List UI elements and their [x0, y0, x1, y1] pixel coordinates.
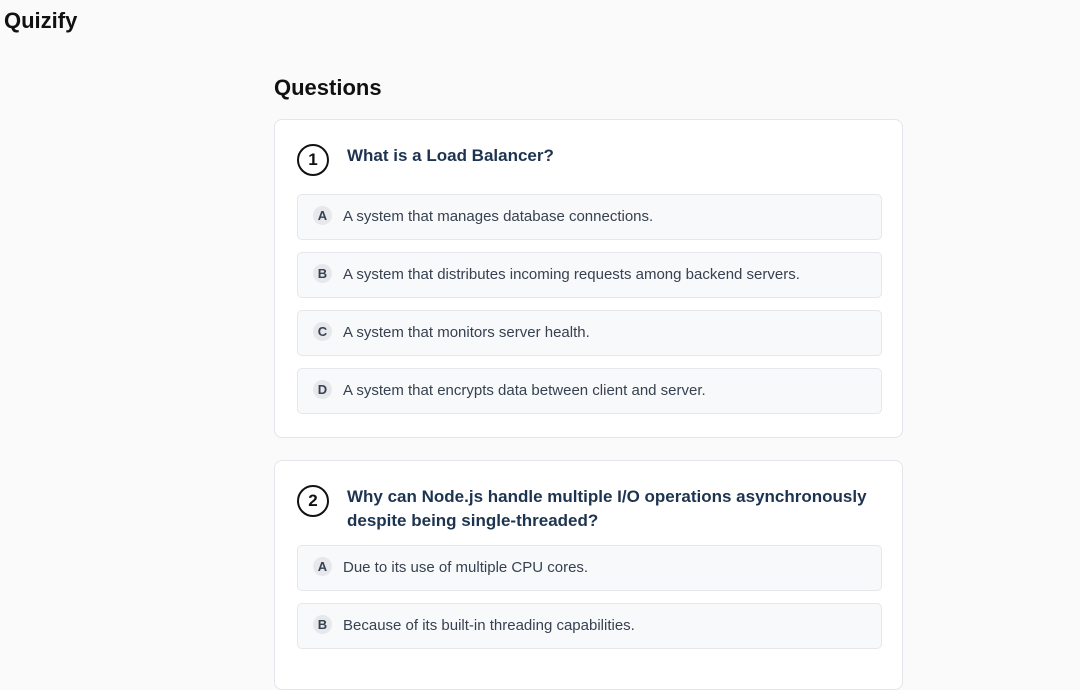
option-letter-badge: B: [313, 615, 332, 634]
option-letter-badge: A: [313, 206, 332, 225]
question-number-badge: 1: [297, 144, 329, 176]
answer-option-a[interactable]: A A system that manages database connect…: [297, 194, 882, 240]
option-text: A system that encrypts data between clie…: [343, 382, 706, 399]
answer-option-a[interactable]: A Due to its use of multiple CPU cores.: [297, 545, 882, 591]
question-card: 1 What is a Load Balancer? A A system th…: [274, 119, 903, 438]
option-text: A system that monitors server health.: [343, 324, 590, 341]
option-text: A system that manages database connectio…: [343, 208, 654, 225]
question-number-badge: 2: [297, 485, 329, 517]
app-title: Quizify: [4, 8, 78, 33]
option-text: Due to its use of multiple CPU cores.: [343, 559, 589, 576]
answer-options: A Due to its use of multiple CPU cores. …: [297, 545, 882, 661]
option-letter-badge: B: [313, 264, 332, 283]
answer-options: A A system that manages database connect…: [297, 194, 882, 426]
option-letter-badge: C: [313, 322, 332, 341]
question-card: 2 Why can Node.js handle multiple I/O op…: [274, 460, 903, 690]
question-text: What is a Load Balancer?: [347, 146, 554, 165]
option-letter-badge: D: [313, 380, 332, 399]
option-letter-badge: A: [313, 557, 332, 576]
answer-option-d[interactable]: D A system that encrypts data between cl…: [297, 368, 882, 414]
questions-heading: Questions: [274, 75, 382, 100]
answer-option-b[interactable]: B A system that distributes incoming req…: [297, 252, 882, 298]
answer-option-c[interactable]: C A system that monitors server health.: [297, 310, 882, 356]
question-text: Why can Node.js handle multiple I/O oper…: [347, 487, 867, 530]
answer-option-b[interactable]: B Because of its built-in threading capa…: [297, 603, 882, 649]
option-text: A system that distributes incoming reque…: [343, 266, 800, 283]
option-text: Because of its built-in threading capabi…: [343, 617, 635, 634]
